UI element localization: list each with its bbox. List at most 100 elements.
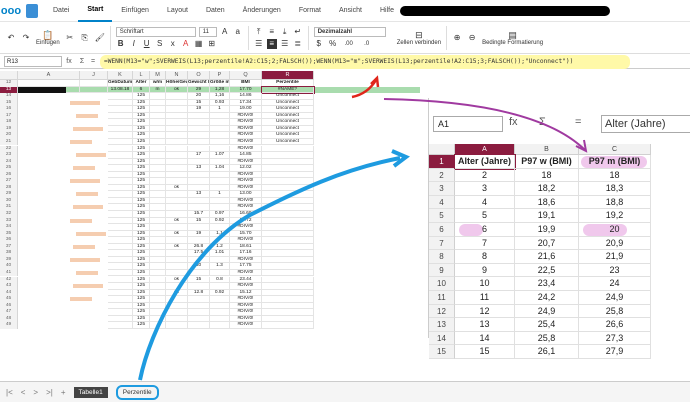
table-cell[interactable]: 1: [210, 191, 230, 198]
table-cell[interactable]: 125: [133, 243, 150, 251]
table-cell[interactable]: [188, 197, 210, 205]
table-cell[interactable]: 125: [133, 132, 150, 139]
table-cell[interactable]: [188, 237, 210, 244]
row-header[interactable]: 16: [0, 106, 18, 113]
table-cell[interactable]: [166, 224, 188, 231]
table-cell[interactable]: [210, 224, 230, 231]
table-cell[interactable]: [210, 138, 230, 146]
row-header[interactable]: 38: [0, 250, 18, 257]
clone-format-icon[interactable]: 🖌: [95, 33, 105, 43]
table-cell[interactable]: [166, 250, 188, 257]
row-header[interactable]: 36: [0, 237, 18, 244]
align-bottom-icon[interactable]: ⤓: [280, 27, 290, 37]
table-cell[interactable]: [150, 230, 166, 238]
table-cell[interactable]: 125: [133, 165, 150, 172]
zoom-name-box[interactable]: A1: [433, 116, 503, 132]
subscript-button[interactable]: x: [168, 39, 178, 49]
zoom-table-cell[interactable]: 7: [455, 236, 515, 251]
table-cell[interactable]: 125: [133, 211, 150, 218]
table-cell[interactable]: [18, 80, 80, 87]
function-wizard-icon[interactable]: fx: [62, 58, 76, 65]
table-cell[interactable]: [108, 217, 133, 225]
zoom-table-cell[interactable]: 25,4: [515, 318, 579, 332]
table-cell[interactable]: [166, 138, 188, 146]
table-cell[interactable]: [210, 171, 230, 179]
zoom-row-header[interactable]: 8: [429, 250, 455, 264]
zoom-row-header[interactable]: 14: [429, 331, 455, 346]
zoom-row-header[interactable]: 5: [429, 209, 455, 223]
table-cell[interactable]: [262, 315, 314, 323]
table-cell[interactable]: Unconnect: [262, 132, 314, 139]
table-cell[interactable]: [262, 165, 314, 172]
table-cell[interactable]: [150, 296, 166, 303]
table-cell[interactable]: [188, 125, 210, 133]
sum-icon[interactable]: Σ: [76, 58, 88, 65]
table-cell[interactable]: Alter: [133, 80, 150, 87]
table-cell[interactable]: [210, 315, 230, 323]
table-cell[interactable]: #DIV/0!: [230, 296, 262, 303]
table-cell[interactable]: 26.8: [188, 243, 210, 251]
zoom-table-cell[interactable]: 23: [579, 263, 651, 278]
table-cell[interactable]: [150, 322, 166, 329]
table-cell[interactable]: 125: [133, 322, 150, 329]
table-cell[interactable]: 1.07: [210, 152, 230, 159]
table-cell[interactable]: [166, 237, 188, 244]
table-cell[interactable]: [108, 315, 133, 323]
table-cell[interactable]: [150, 191, 166, 198]
table-cell[interactable]: [150, 197, 166, 205]
table-cell[interactable]: 125: [133, 171, 150, 179]
table-cell[interactable]: [262, 184, 314, 192]
row-header[interactable]: 43: [0, 283, 18, 290]
table-cell[interactable]: [262, 263, 314, 270]
table-cell[interactable]: GebDatum: [108, 80, 133, 87]
table-cell[interactable]: 125: [133, 138, 150, 146]
table-cell[interactable]: m: [150, 86, 166, 94]
table-cell[interactable]: 13: [188, 191, 210, 198]
table-cell[interactable]: 125: [133, 152, 150, 159]
table-cell[interactable]: 19: [188, 106, 210, 113]
table-cell[interactable]: [210, 184, 230, 192]
zoom-table-cell[interactable]: 18: [515, 168, 579, 183]
table-cell[interactable]: [166, 302, 188, 310]
table-cell[interactable]: [150, 315, 166, 323]
table-cell[interactable]: [262, 256, 314, 264]
table-cell[interactable]: 17.72: [230, 217, 262, 225]
strikethrough-button[interactable]: S: [155, 39, 165, 49]
first-sheet-icon[interactable]: |<: [6, 388, 13, 397]
zoom-header-cell[interactable]: Alter (Jahre): [454, 154, 516, 170]
table-cell[interactable]: [166, 158, 188, 166]
table-cell[interactable]: [262, 250, 314, 257]
shrink-font-icon[interactable]: a: [233, 27, 243, 37]
table-cell[interactable]: Unconnect: [262, 125, 314, 133]
table-cell[interactable]: 125: [133, 302, 150, 310]
zoom-table-cell[interactable]: 22,5: [515, 263, 579, 278]
table-cell[interactable]: [210, 256, 230, 264]
table-cell[interactable]: [108, 152, 133, 159]
zoom-row-header[interactable]: 10: [429, 277, 455, 291]
table-cell[interactable]: [108, 243, 133, 251]
table-cell[interactable]: 125: [133, 263, 150, 270]
table-cell[interactable]: 0.8: [210, 276, 230, 283]
table-cell[interactable]: [166, 119, 188, 126]
table-cell[interactable]: [108, 309, 133, 316]
table-cell[interactable]: [150, 165, 166, 172]
table-cell[interactable]: [262, 322, 314, 329]
redo-icon[interactable]: ↷: [21, 33, 31, 43]
remove-decimal-button[interactable]: .0: [360, 39, 374, 49]
table-cell[interactable]: [150, 99, 166, 107]
table-cell[interactable]: Größe m: [210, 80, 230, 87]
table-cell[interactable]: [262, 158, 314, 166]
table-cell[interactable]: #DIV/0!: [230, 112, 262, 120]
zoom-row-header[interactable]: 6: [429, 223, 455, 237]
table-cell[interactable]: 16.69: [230, 211, 262, 218]
table-cell[interactable]: 125: [133, 112, 150, 120]
table-cell[interactable]: [150, 204, 166, 211]
cut-icon[interactable]: ✂: [65, 33, 75, 43]
spreadsheet-grid[interactable]: AJKLMNOPQR 12 GebDatumAlterw/mHöhe/Gewicht…: [0, 71, 420, 381]
zoom-row-header[interactable]: 12: [429, 304, 455, 319]
table-cell[interactable]: [210, 322, 230, 329]
zoom-header-cell[interactable]: P97 w (BMI): [515, 155, 579, 169]
table-cell[interactable]: [210, 269, 230, 277]
grow-font-icon[interactable]: A: [220, 27, 230, 37]
row-header[interactable]: 27: [0, 178, 18, 185]
